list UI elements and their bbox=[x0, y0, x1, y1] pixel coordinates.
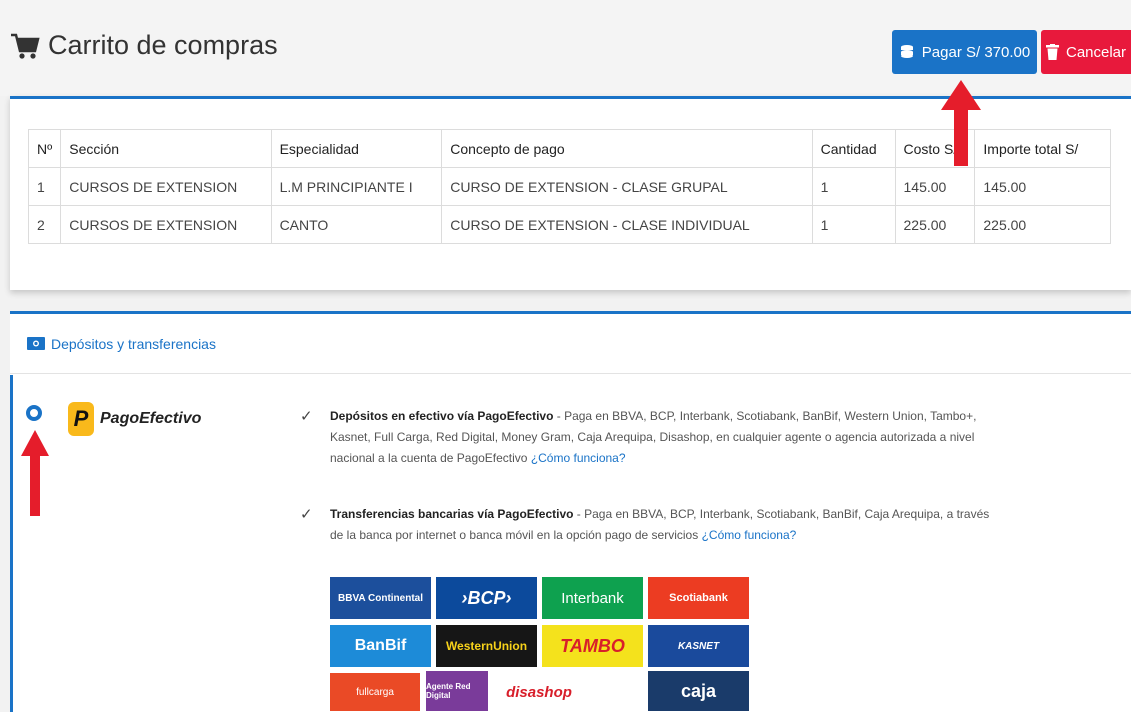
option-cash-deposit: ✓ Depósitos en efectivo vía PagoEfectivo… bbox=[300, 406, 990, 469]
option-transfer-text: Transferencias bancarias vía PagoEfectiv… bbox=[330, 504, 990, 546]
cell-concepto: CURSO DE EXTENSION - CLASE INDIVIDUAL bbox=[441, 205, 813, 244]
option-transfer-title: Transferencias bancarias vía PagoEfectiv… bbox=[330, 507, 574, 521]
column-header: Importe total S/ bbox=[974, 129, 1111, 168]
selected-indicator bbox=[10, 375, 13, 712]
pay-button-label: Pagar S/ 370.00 bbox=[921, 43, 1031, 61]
bank-logo-tambo: TAMBO bbox=[542, 625, 643, 667]
cell-costo: 145.00 bbox=[894, 167, 976, 206]
payment-panel: Depósitos y transferencias P PagoEfectiv… bbox=[10, 311, 1131, 712]
column-header: Concepto de pago bbox=[441, 129, 813, 168]
cell-seccion: CURSOS DE EXTENSION bbox=[60, 167, 272, 206]
bank-logo-caja-arequipa: caja bbox=[648, 671, 749, 711]
cell-especialidad: CANTO bbox=[270, 205, 443, 244]
column-header: Nº bbox=[27, 129, 62, 168]
shopping-cart-icon bbox=[11, 33, 40, 59]
check-icon: ✓ bbox=[300, 506, 313, 523]
table-row: 1 CURSOS DE EXTENSION L.M PRINCIPIANTE I… bbox=[27, 167, 1111, 206]
cell-concepto: CURSO DE EXTENSION - CLASE GRUPAL bbox=[441, 167, 813, 206]
how-it-works-link[interactable]: ¿Cómo funciona? bbox=[702, 528, 797, 542]
annotation-arrow-up-icon bbox=[941, 80, 981, 166]
option-bank-transfer: ✓ Transferencias bancarias vía PagoEfect… bbox=[300, 504, 990, 546]
cell-number: 1 bbox=[27, 167, 62, 206]
cell-costo: 225.00 bbox=[894, 205, 976, 244]
how-it-works-link[interactable]: ¿Cómo funciona? bbox=[531, 451, 626, 465]
bank-logo-moneygram: MoneyGram bbox=[588, 671, 638, 711]
money-icon bbox=[27, 337, 45, 350]
bank-logo-disashop: disashop bbox=[496, 673, 582, 711]
bank-logo-bbva: BBVA Continental bbox=[330, 577, 431, 619]
payment-section-header: Depósitos y transferencias bbox=[10, 314, 1131, 374]
column-header: Especialidad bbox=[270, 129, 443, 168]
table-row: 2 CURSOS DE EXTENSION CANTO CURSO DE EXT… bbox=[27, 205, 1111, 244]
cell-seccion: CURSOS DE EXTENSION bbox=[60, 205, 272, 244]
column-header: Sección bbox=[60, 129, 272, 168]
cell-cantidad: 1 bbox=[811, 205, 896, 244]
cell-cantidad: 1 bbox=[811, 167, 896, 206]
pay-button[interactable]: Pagar S/ 370.00 bbox=[892, 30, 1037, 74]
pagoefectivo-logo: P PagoEfectivo bbox=[68, 402, 201, 436]
cancel-button-label: Cancelar bbox=[1065, 43, 1127, 61]
page-title-text: Carrito de compras bbox=[48, 30, 278, 60]
option-cash-title: Depósitos en efectivo vía PagoEfectivo bbox=[330, 409, 554, 423]
check-icon: ✓ bbox=[300, 408, 313, 425]
bank-logo-fullcarga: fullcarga bbox=[330, 673, 420, 711]
trash-icon bbox=[1045, 44, 1059, 60]
annotation-arrow-up-icon bbox=[21, 430, 49, 516]
page-title: Carrito de compras bbox=[10, 30, 278, 61]
option-cash-text: Depósitos en efectivo vía PagoEfectivo -… bbox=[330, 406, 990, 469]
bank-logo-scotiabank: Scotiabank bbox=[648, 577, 749, 619]
cell-number: 2 bbox=[27, 205, 62, 244]
pagoefectivo-radio[interactable] bbox=[26, 405, 42, 421]
bank-logo-banbif: BanBif bbox=[330, 625, 431, 667]
column-header: Cantidad bbox=[811, 129, 896, 168]
bank-logo-interbank: Interbank bbox=[542, 577, 643, 619]
bank-logo-kasnet: KASNET bbox=[648, 625, 749, 667]
cell-especialidad: L.M PRINCIPIANTE I bbox=[270, 167, 443, 206]
pagoefectivo-mark: P bbox=[68, 402, 94, 436]
bank-logo-bcp: ›BCP› bbox=[436, 577, 537, 619]
cancel-button[interactable]: Cancelar bbox=[1041, 30, 1131, 74]
coins-icon bbox=[900, 45, 913, 58]
cell-importe: 145.00 bbox=[974, 167, 1111, 206]
pagoefectivo-brand-name: PagoEfectivo bbox=[100, 410, 202, 427]
cell-importe: 225.00 bbox=[974, 205, 1111, 244]
payment-section-title: Depósitos y transferencias bbox=[51, 335, 216, 352]
bank-logo-red-digital: Agente Red Digital bbox=[426, 671, 488, 711]
bank-logo-westernunion: WesternUnion bbox=[436, 625, 537, 667]
